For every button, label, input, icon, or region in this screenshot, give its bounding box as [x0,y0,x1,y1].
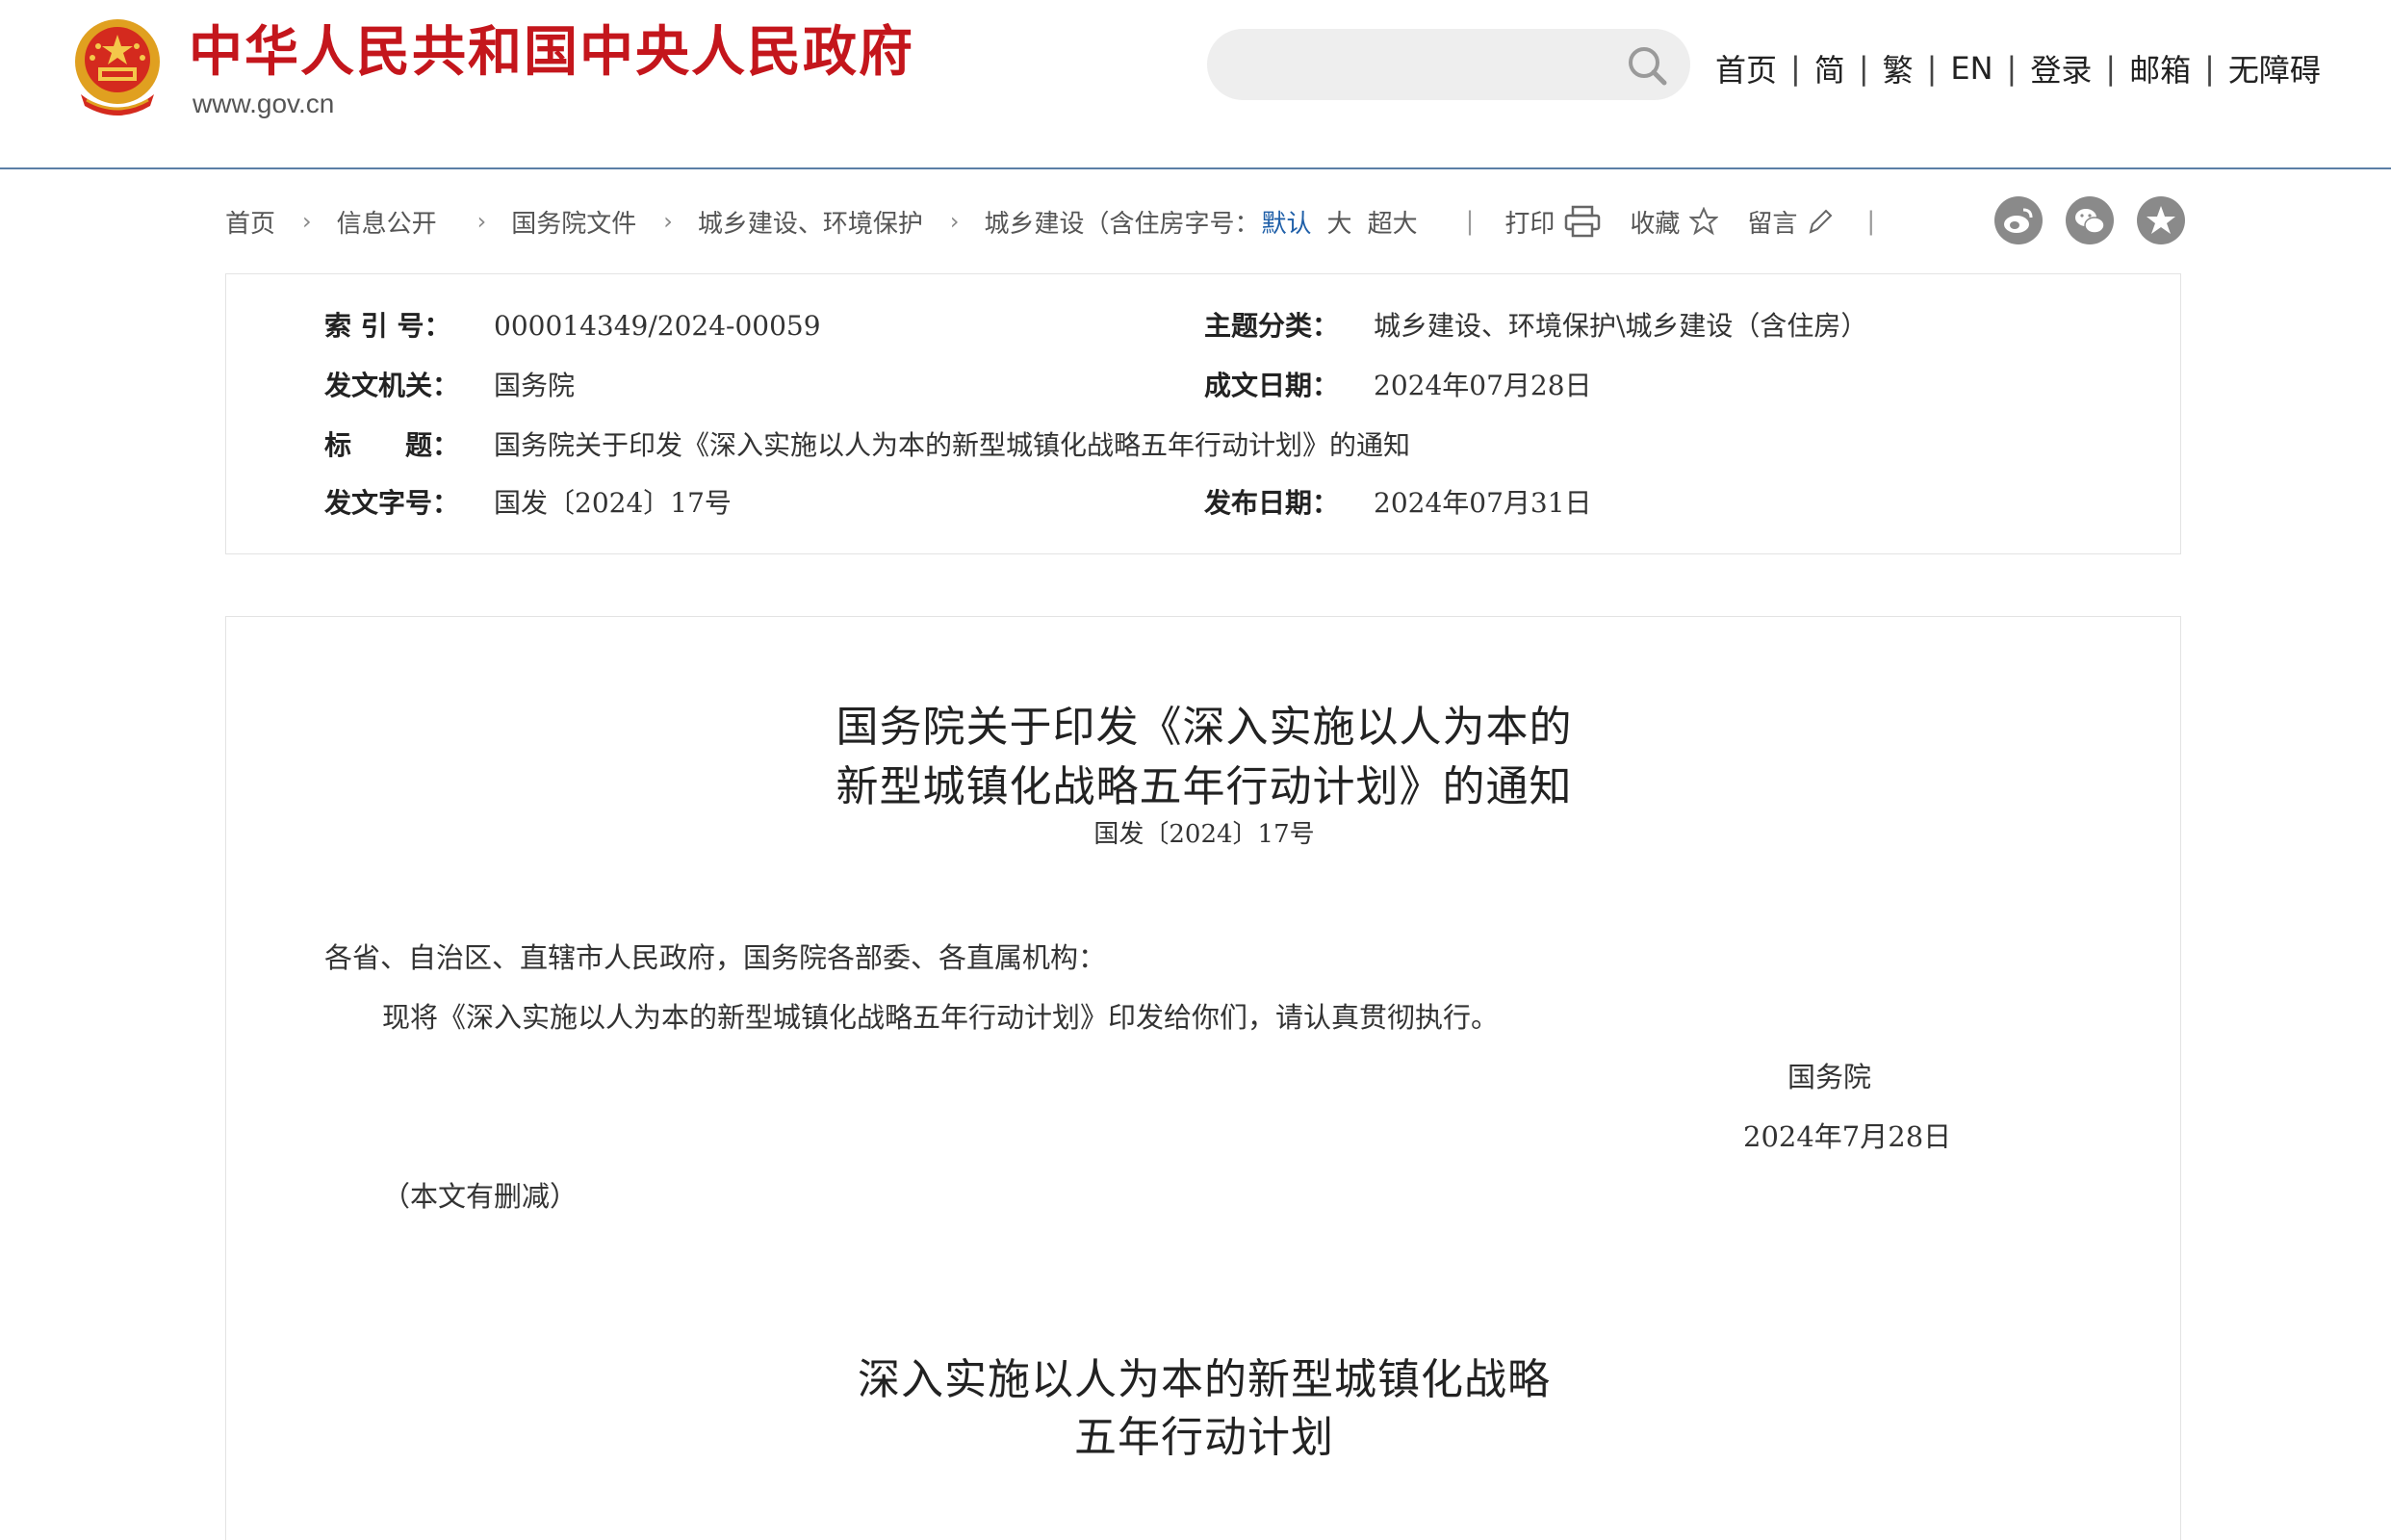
toolbar-divider: | [1465,207,1475,236]
top-nav: 首页 | 简 | 繁 | EN | 登录 | 邮箱 | 无障碍 [1715,46,2321,90]
favorite-button[interactable]: 收藏 [1630,204,1719,240]
site-header: 中华人民共和国中央人民政府 www.gov.cn 首页 | 简 | 繁 | EN… [0,0,2391,169]
nav-mail[interactable]: 邮箱 [2129,46,2191,90]
qzone-icon[interactable] [2137,196,2185,244]
document-title-line: 国务院关于印发《深入实施以人为本的 [836,703,1573,752]
nav-login[interactable]: 登录 [2030,46,2092,90]
meta-label: 索 引 号： [324,310,451,342]
breadcrumb-info-disclosure[interactable]: 信息公开 [337,204,437,240]
meta-title: 标 题： 国务院关于印发《深入实施以人为本的新型城镇化战略五年行动计划》的通知 [324,426,1410,465]
breadcrumb-state-council-docs[interactable]: 国务院文件 [511,204,636,240]
meta-value: 城乡建设、环境保护\城乡建设（含住房） [1374,310,1868,342]
document-content: 国务院关于印发《深入实施以人为本的 新型城镇化战略五年行动计划》的通知 国发〔2… [225,616,2181,1540]
search-box [1207,29,1690,100]
comment-label: 留言 [1747,209,1798,239]
wechat-icon[interactable] [2066,196,2114,244]
document-sign-date: 2024年7月28日 [1743,1120,1952,1153]
nav-separator: | [1926,50,1938,87]
meta-publish-date: 发布日期： 2024年07月31日 [1204,484,1592,523]
breadcrumb-urban-env[interactable]: 城乡建设、环境保护 [698,204,923,240]
meta-written-date: 成文日期： 2024年07月28日 [1204,367,1592,405]
chevron-right-icon: › [663,208,673,235]
chevron-right-icon: › [302,208,312,235]
search-icon[interactable] [1625,43,1669,88]
document-note: （本文有删减） [382,1180,578,1213]
national-emblem-icon[interactable] [69,17,166,117]
chevron-right-icon: › [949,208,960,235]
weibo-icon[interactable] [1994,196,2043,244]
breadcrumb: 首页 › 信息公开 › 国务院文件 › 城乡建设、环境保护 › 城乡建设（含住房… [225,200,2189,243]
nav-simplified[interactable]: 简 [1814,46,1845,90]
meta-value: 2024年07月28日 [1374,370,1592,401]
meta-theme: 主题分类： 城乡建设、环境保护\城乡建设（含住房） [1204,307,1867,346]
meta-value: 国务院关于印发《深入实施以人为本的新型城镇化战略五年行动计划》的通知 [494,429,1411,461]
toolbar-divider: | [1866,207,1876,236]
nav-english[interactable]: EN [1950,50,1992,87]
font-size-default[interactable]: 默认 [1262,204,1312,240]
meta-doc-no: 发文字号： 国发〔2024〕17号 [324,484,732,523]
meta-value: 国发〔2024〕17号 [494,487,732,519]
font-size-label: 字号： [1184,209,1260,239]
print-label: 打印 [1504,209,1555,239]
nav-separator: | [1790,50,1801,87]
meta-label: 标 题： [324,429,460,461]
pencil-icon [1809,209,1833,234]
chevron-right-icon: › [476,208,487,235]
site-title[interactable]: 中华人民共和国中央人民政府 [189,19,914,87]
comment-button[interactable]: 留言 [1747,204,1834,240]
weibo-glyph [2004,208,2033,233]
document-number: 国发〔2024〕17号 [1093,820,1315,849]
nav-accessibility[interactable]: 无障碍 [2228,46,2321,90]
meta-issuer: 发文机关： 国务院 [324,367,575,405]
font-size-large[interactable]: 大 [1327,204,1352,240]
document-body: 现将《深入实施以人为本的新型城镇化战略五年行动计划》印发给你们，请认真贯彻执行。 [382,1001,1500,1034]
plan-title-line: 深入实施以人为本的新型城镇化战略 [858,1355,1551,1404]
printer-icon [1565,205,1601,238]
document-signature: 国务院 [1787,1061,1872,1093]
document-salutation: 各省、自治区、直辖市人民政府，国务院各部委、各直属机构： [324,941,1107,974]
nav-separator: | [1858,50,1869,87]
document-title-line: 新型城镇化战略五年行动计划》的通知 [836,762,1573,811]
site-url[interactable]: www.gov.cn [193,87,334,121]
star-icon [1689,207,1719,236]
meta-label: 发文机关： [324,370,460,401]
breadcrumb-urban-housing[interactable]: 城乡建设（含住房 [985,204,1185,240]
plan-title-line: 五年行动计划 [1074,1413,1334,1462]
font-size-xlarge[interactable]: 超大 [1368,204,1418,240]
favorite-label: 收藏 [1630,209,1681,239]
nav-separator: | [2204,50,2215,87]
nav-separator: | [2006,50,2018,87]
meta-value: 国务院 [494,370,576,401]
document-metadata: 索 引 号： 000014349/2024-00059 主题分类： 城乡建设、环境保… [225,273,2181,554]
breadcrumb-home[interactable]: 首页 [225,204,275,240]
search-input[interactable] [1236,40,1602,89]
qzone-glyph [2147,206,2175,234]
nav-traditional[interactable]: 繁 [1883,46,1914,90]
meta-index-no: 索 引 号： 000014349/2024-00059 [324,307,821,346]
nav-separator: | [2105,50,2117,87]
meta-label: 发文字号： [324,487,460,519]
meta-value: 2024年07月31日 [1374,487,1592,519]
wechat-glyph [2075,209,2105,234]
meta-value: 000014349/2024-00059 [494,310,821,342]
meta-label: 发布日期： [1204,487,1340,519]
meta-label: 成文日期： [1204,370,1340,401]
nav-home[interactable]: 首页 [1715,46,1777,90]
print-button[interactable]: 打印 [1504,204,1601,240]
meta-label: 主题分类： [1204,310,1340,342]
